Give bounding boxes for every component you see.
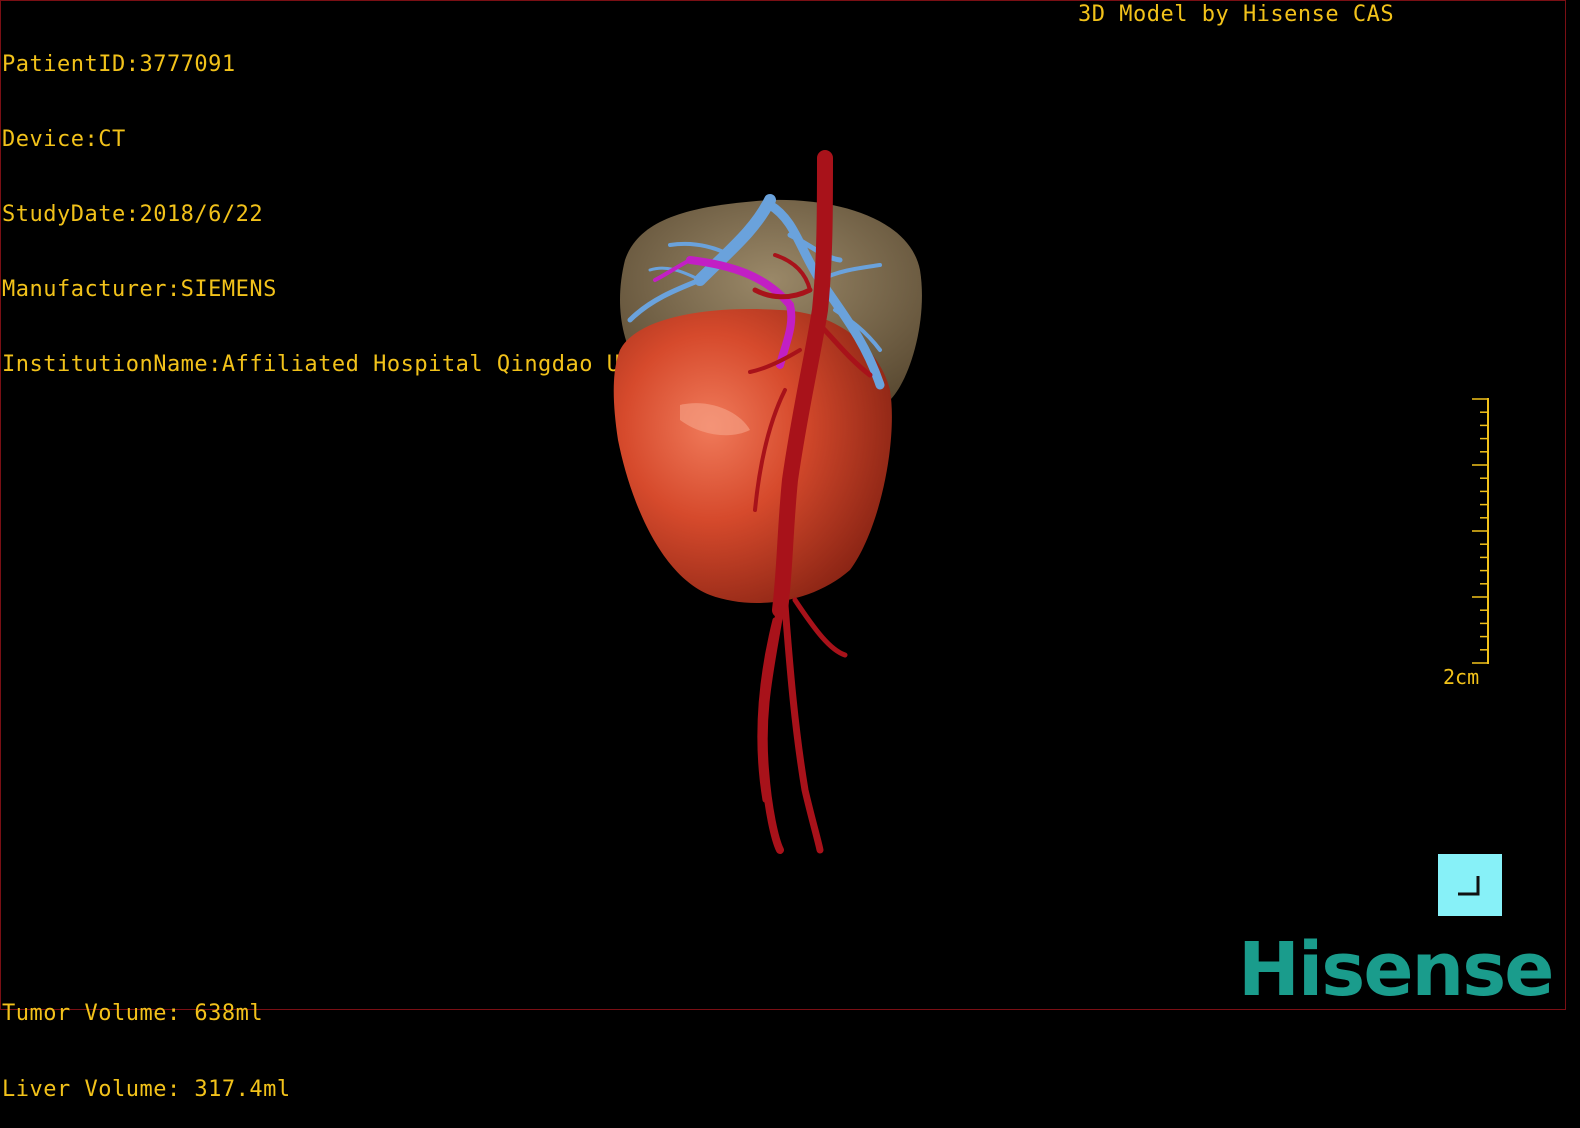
device: Device:CT: [2, 127, 126, 152]
volume-stats: Tumor Volume: 638ml Liver Volume: 317.4m…: [2, 951, 291, 1128]
reset-view-button[interactable]: [1438, 854, 1502, 916]
tumor-shape: [613, 309, 892, 603]
scale-bar: [1472, 398, 1489, 664]
tumor-volume: Tumor Volume: 638ml: [2, 1001, 264, 1026]
vendor-label: 3D Model by Hisense CAS: [1078, 2, 1395, 27]
corner-bracket-icon: [1458, 876, 1480, 896]
hisense-logo: Hisense: [1238, 927, 1554, 1013]
patient-id: PatientID:3777091: [2, 52, 236, 77]
3d-model-render[interactable]: [580, 150, 960, 860]
scale-label: 2cm: [1443, 665, 1480, 689]
liver-volume: Liver Volume: 317.4ml: [2, 1077, 291, 1102]
